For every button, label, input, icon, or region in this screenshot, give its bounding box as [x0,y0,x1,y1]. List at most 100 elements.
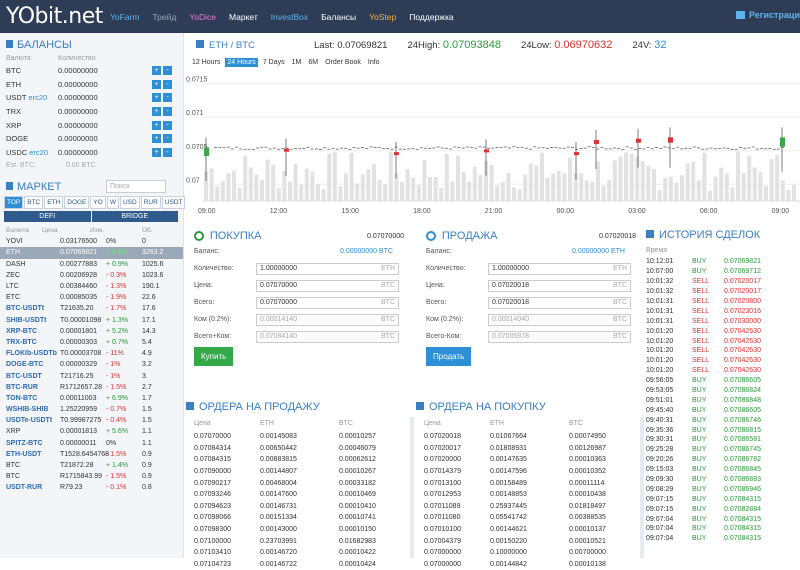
market-row[interactable]: YOVI 0.03176500 0% 0 [0,236,183,247]
market-row[interactable]: FLOKIb-USDTb T0.00003708 - 11% 4.9 [0,348,183,359]
order-row[interactable]: 0.07004379 0.00150220 0.00010521 [416,535,640,547]
market-search-input[interactable]: Поиск [106,180,166,194]
order-row[interactable]: 0.07098300 0.00143000 0.00010150 [186,524,410,536]
market-row[interactable]: ETH-USDT T1528.6454768- 1.5% 0.9 [0,449,183,460]
order-row[interactable]: 0.07094623 0.00146731 0.00010410 [186,501,410,513]
deposit-button[interactable]: + [152,120,161,130]
market-row[interactable]: DASH 0.00277883 + 0.9% 1025.6 [0,259,183,270]
order-row[interactable]: 0.07013100 0.00158489 0.00011114 [416,477,640,489]
total-input[interactable]: 0.07070000 BTC [256,296,399,309]
market-tab-eth[interactable]: ETH [44,196,64,210]
deposit-button[interactable]: + [152,107,161,117]
order-row[interactable]: 0.07011089 0.25937445 0.01818497 [416,501,640,513]
market-row[interactable]: USDTe-USDTt T0.99987275 - 0.4% 1.5 [0,415,183,426]
deposit-button[interactable]: + [152,134,161,144]
nav-item-6[interactable]: YoStep [369,12,396,22]
market-tab-doge[interactable]: DOGE [64,196,90,210]
withdraw-button[interactable]: - [163,79,172,89]
deposit-button[interactable]: + [152,66,161,76]
buy-orders-scrollbar[interactable] [640,417,644,558]
chart-tab[interactable]: 1M [290,58,304,67]
market-row[interactable]: XRP 0.00001813 + 5.6% 1.1 [0,426,183,437]
balance-amount[interactable]: 0.00000000 ETH [572,248,625,255]
market-row[interactable]: BTC-RUR R1712657.28- 1.5% 2.7 [0,382,183,393]
nav-item-3[interactable]: Маркет [229,12,258,22]
order-row[interactable]: 0.07020018 0.01067664 0.00074950 [416,431,640,443]
order-row[interactable]: 0.07020017 0.01808931 0.00126987 [416,443,640,455]
withdraw-button[interactable]: - [163,120,172,130]
market-row[interactable]: USDT-RUR R79.23 - 0.1% 0.8 [0,482,183,493]
quantity-input[interactable]: 1.00000000 ETH [488,262,631,275]
market-row[interactable]: BTC-USDT T21716.25 - 1% 3 [0,370,183,381]
sell-button[interactable]: Продать [426,347,472,366]
nav-item-0[interactable]: YoFarm [110,12,139,22]
withdraw-button[interactable]: - [163,107,172,117]
order-row[interactable]: 0.07100000 0.23703991 0.01682983 [186,535,410,547]
market-row[interactable]: TON-BTC 0.00011003 + 6.9% 1.7 [0,393,183,404]
nav-item-2[interactable]: YoDice [189,12,216,22]
order-row[interactable]: 0.07084315 0.00883815 0.00062612 [186,454,410,466]
market-row[interactable]: TRX-BTC 0.00000303 + 0.7% 5.4 [0,337,183,348]
logo[interactable]: YObit.net [0,4,110,29]
order-row[interactable]: 0.07084314 0.00650442 0.00046079 [186,443,410,455]
market-row[interactable]: BTC R1715843.99- 1.5% 0.9 [0,471,183,482]
order-row[interactable]: 0.07011080 0.05541742 0.00388535 [416,512,640,524]
chart-tab[interactable]: 6M [306,58,320,67]
order-row[interactable]: 0.07000000 0.10000000 0.00700000 [416,547,640,559]
order-row[interactable]: 0.07104723 0.00146722 0.00010424 [186,559,410,570]
market-row[interactable]: DOGE-BTC 0.00000329 - 1% 3.2 [0,359,183,370]
market-row[interactable]: BTC T21872.28 + 1.4% 0.9 [0,460,183,471]
chart-tab[interactable]: 12 Hours [190,58,222,67]
deposit-button[interactable]: + [152,147,161,157]
market-tab-top[interactable]: TOP [4,196,24,210]
order-row[interactable]: 0.07000000 0.00144842 0.00010138 [416,559,640,570]
chart-tab[interactable]: Order Book [323,58,363,67]
market-tab-btc[interactable]: BTC [24,196,44,210]
market-row[interactable]: LTC 0.00384460 - 1.3% 190.1 [0,281,183,292]
chart-tab[interactable]: 7 Days [261,58,287,67]
deposit-button[interactable]: + [152,79,161,89]
order-row[interactable]: 0.07070000 0.00145083 0.00010257 [186,431,410,443]
withdraw-button[interactable]: - [163,147,172,157]
price-input[interactable]: 0.07020018 BTC [488,279,631,292]
deposit-button[interactable]: + [152,93,161,103]
market-tab-usd[interactable]: USD [119,196,140,210]
order-row[interactable]: 0.07098066 0.00151334 0.00010741 [186,512,410,524]
market-tab-w[interactable]: W [106,196,119,210]
register-link[interactable]: Регистраци [735,10,800,20]
market-row[interactable]: SHIB-USDTt T0.00001098 + 1.3% 17.1 [0,314,183,325]
price-chart[interactable]: 0.07150.0710.07050.0709:00 12:00 15:00 18:0… [184,71,800,221]
chart-tab[interactable]: Info [366,58,382,67]
market-row[interactable]: BTC-USDTt T21635.20 - 1.7% 17.6 [0,303,183,314]
market-tab-rur[interactable]: RUR [140,196,161,210]
market-row[interactable]: ETH 0.07069821 + 0.5% 3263.2 [0,247,183,259]
chart-tab[interactable]: 24 Hours [225,58,258,67]
nav-item-7[interactable]: Поддержка [409,12,453,22]
order-row[interactable]: 0.07012953 0.00148853 0.00010438 [416,489,640,501]
order-row[interactable]: 0.07014379 0.00147596 0.00010352 [416,466,640,478]
order-row[interactable]: 0.07090217 0.00468004 0.00033182 [186,477,410,489]
price-input[interactable]: 0.07070000 BTC [256,279,399,292]
market-row[interactable]: ETC 0.00085035 - 1.9% 22.6 [0,292,183,303]
market-subtab-defi[interactable]: DEFI [4,211,91,223]
order-row[interactable]: 0.07020000 0.00147635 0.00010363 [416,454,640,466]
order-row[interactable]: 0.07093246 0.00147600 0.00010469 [186,489,410,501]
market-subtab-bridge[interactable]: BRIDGE [91,211,178,223]
market-tab-usdt[interactable]: USDT [161,196,186,210]
order-row[interactable]: 0.07090000 0.00144807 0.00010267 [186,466,410,478]
nav-item-1[interactable]: Трейд [152,12,176,22]
market-row[interactable]: SPITZ-BTC 0.00000011 0% 1.1 [0,438,183,449]
order-row[interactable]: 0.07103410 0.00146720 0.00010422 [186,547,410,559]
balance-amount[interactable]: 0.00000000 BTC [340,248,393,255]
order-row[interactable]: 0.07010100 0.00144621 0.00010137 [416,524,640,536]
nav-item-5[interactable]: Балансы [321,12,356,22]
nav-item-4[interactable]: InvestBox [271,12,308,22]
total-input[interactable]: 0.07020018 BTC [488,296,631,309]
market-tab-yo[interactable]: YO [90,196,106,210]
withdraw-button[interactable]: - [163,66,172,76]
market-row[interactable]: XRP-BTC 0.00001801 + 5.2% 14.3 [0,326,183,337]
market-row[interactable]: ZEC 0.00206928 - 0.3% 1023.6 [0,270,183,281]
market-row[interactable]: WSHIB-SHIB 1.25220959 - 0.7% 1.5 [0,404,183,415]
sell-orders-scrollbar[interactable] [410,417,414,558]
quantity-input[interactable]: 1.00000000 ETH [256,262,399,275]
